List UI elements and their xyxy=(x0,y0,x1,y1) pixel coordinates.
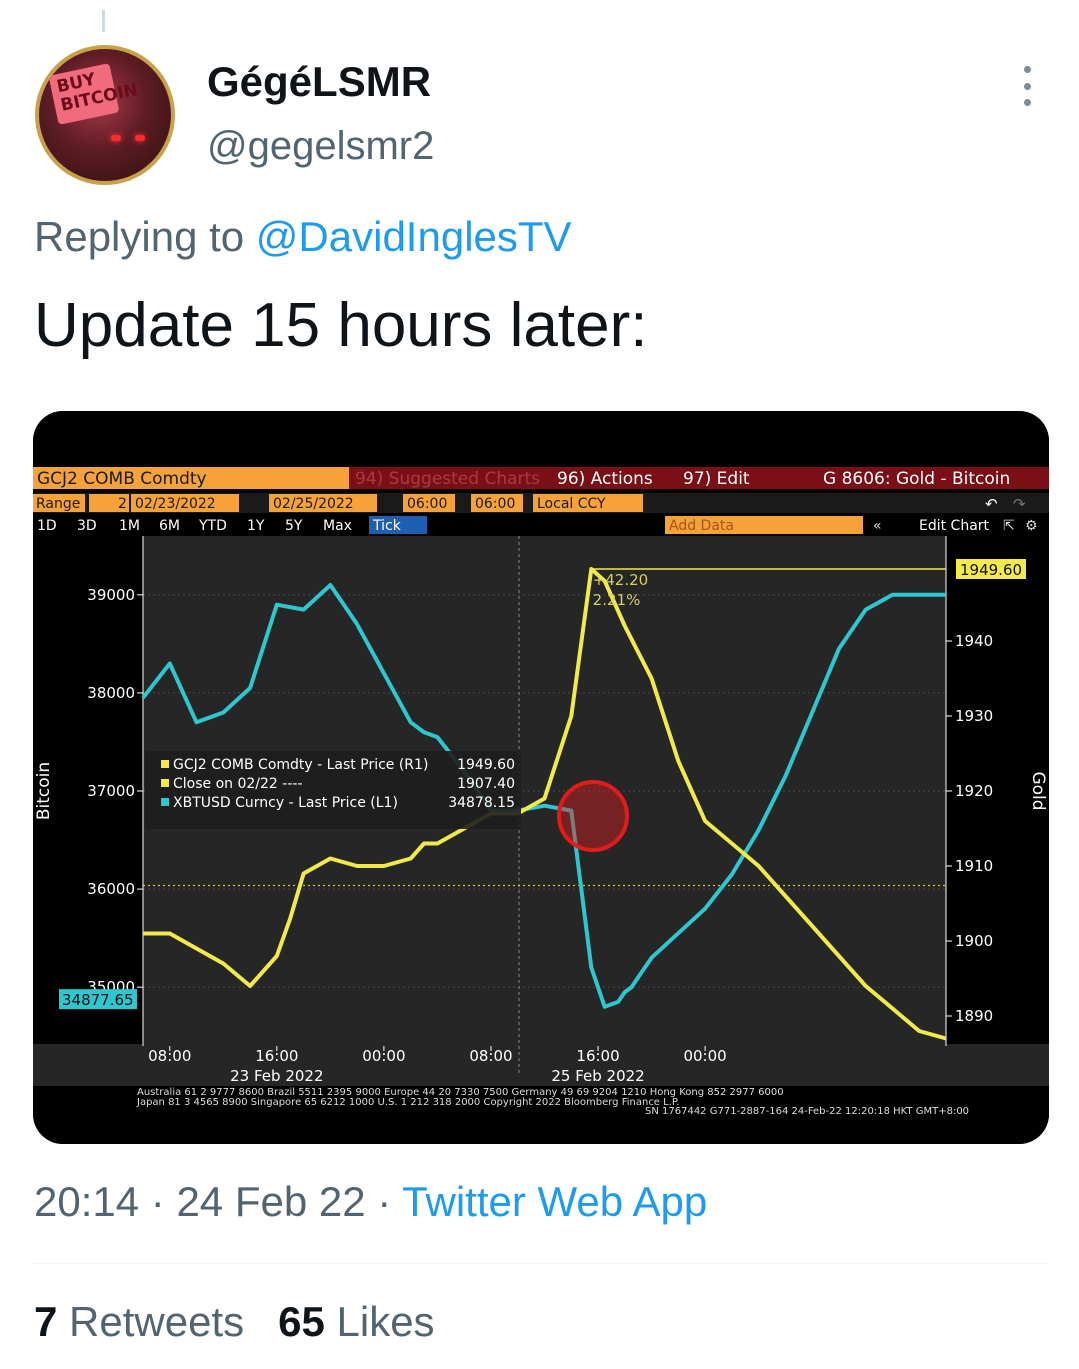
tweet-text: Update 15 hours later: xyxy=(34,291,648,360)
period-button-ytd[interactable]: YTD xyxy=(198,518,227,534)
currency-select[interactable]: Local CCY xyxy=(537,496,606,512)
y-right-tick-label: 1930 xyxy=(955,707,993,725)
period-button-1d[interactable]: 1D xyxy=(37,518,57,534)
gold-last-price-text: 1949.60 xyxy=(960,561,1022,579)
edit-chart-button[interactable]: Edit Chart xyxy=(919,518,990,534)
x-tick-label: 16:00 xyxy=(255,1047,298,1065)
y-right-tick-label: 1920 xyxy=(955,782,993,800)
y-left-tick-label: 37000 xyxy=(87,782,135,800)
x-date-label: 25 Feb 2022 xyxy=(551,1067,644,1085)
y-left-tick-label: 36000 xyxy=(87,880,135,898)
redo-icon[interactable]: ↷ xyxy=(1013,495,1026,513)
likes-stat[interactable]: 65 Likes xyxy=(278,1298,434,1345)
likes-label: Likes xyxy=(336,1298,435,1345)
legend-text: GCJ2 COMB Comdty - Last Price (R1) xyxy=(173,757,428,773)
tick-button[interactable]: Tick xyxy=(372,518,402,534)
undo-icon[interactable]: ↶ xyxy=(985,495,998,513)
engagement-stats: 7 Retweets 65 Likes xyxy=(34,1298,435,1346)
x-date-label: 23 Feb 2022 xyxy=(230,1067,323,1085)
period-button-6m[interactable]: 6M xyxy=(159,518,180,534)
legend-value: 1907.40 xyxy=(457,776,515,792)
footer-line-3: SN 1767442 G771-2887-164 24-Feb-22 12:20… xyxy=(645,1106,969,1117)
retweets-label: Retweets xyxy=(69,1298,245,1345)
user-handle[interactable]: @gegelsmr2 xyxy=(207,124,434,169)
settings-gear-icon[interactable]: ⚙ xyxy=(1025,518,1038,534)
x-tick-label: 00:00 xyxy=(362,1047,405,1065)
peak-label: 2.21% xyxy=(593,591,641,609)
likes-count: 65 xyxy=(278,1298,325,1345)
y-axis-right-label: Gold xyxy=(1028,771,1048,810)
y-right-tick-label: 1900 xyxy=(955,932,993,950)
avatar-eye-right xyxy=(135,135,145,141)
bitcoin-last-price-text: 34877.65 xyxy=(62,991,134,1009)
avatar-eye-left xyxy=(111,135,121,141)
reply-prefix: Replying to xyxy=(34,213,256,260)
end-date-field[interactable]: 02/25/2022 xyxy=(273,496,354,512)
legend-text: XBTUSD Curncy - Last Price (L1) xyxy=(173,795,398,811)
footer-line-2: Japan 81 3 4565 8900 Singapore 65 6212 1… xyxy=(136,1097,680,1108)
period-button-1m[interactable]: 1M xyxy=(119,518,140,534)
tweet-time[interactable]: 20:14 xyxy=(34,1178,139,1225)
period-button-max[interactable]: Max xyxy=(323,518,352,534)
meta-separator-2: · xyxy=(365,1178,403,1225)
y-left-tick-label: 39000 xyxy=(87,586,135,604)
y-axis-left-label: Bitcoin xyxy=(34,762,54,820)
collapse-icon[interactable]: « xyxy=(873,518,882,534)
period-button-1y[interactable]: 1Y xyxy=(247,518,265,534)
legend-text: Close on 02/22 ---- xyxy=(173,776,302,792)
reply-mention-link[interactable]: @DavidInglesTV xyxy=(256,213,572,260)
y-right-tick-label: 1890 xyxy=(955,1007,993,1025)
meta-separator-1: · xyxy=(139,1178,177,1225)
range-label: Range xyxy=(36,496,80,512)
start-date-field[interactable]: 02/23/2022 xyxy=(135,496,216,512)
legend-value: 1949.60 xyxy=(457,757,515,773)
actions-menu[interactable]: 96) Actions xyxy=(557,469,653,489)
tweet-meta: 20:14 · 24 Feb 22 · Twitter Web App xyxy=(34,1178,707,1226)
divider xyxy=(33,1263,1049,1264)
end-time-field[interactable]: 06:00 xyxy=(475,496,515,512)
retweets-stat[interactable]: 7 Retweets xyxy=(34,1298,244,1345)
export-icon[interactable]: ⇱ xyxy=(1003,518,1015,534)
highlight-circle xyxy=(557,780,629,852)
period-button-5y[interactable]: 5Y xyxy=(285,518,303,534)
retweets-count: 7 xyxy=(34,1298,58,1345)
tweet-source-app[interactable]: Twitter Web App xyxy=(402,1178,707,1225)
tweet-media-image[interactable]: GCJ2 COMB Comdty 94) Suggested Charts 96… xyxy=(33,411,1049,1144)
peak-label: +42.20 xyxy=(593,571,649,589)
avatar[interactable]: BUY BITCOIN xyxy=(35,45,175,185)
avatar-sign: BUY BITCOIN xyxy=(48,63,140,125)
y-left-tick-label: 38000 xyxy=(87,684,135,702)
y-right-tick-label: 1940 xyxy=(955,632,993,650)
more-options-icon[interactable] xyxy=(1010,66,1044,106)
reply-context: Replying to @DavidInglesTV xyxy=(34,213,572,261)
avatar-sign-text: BUY BITCOIN xyxy=(54,69,140,116)
edit-menu[interactable]: 97) Edit xyxy=(683,469,750,489)
legend-value: 34878.15 xyxy=(448,795,515,811)
range-number[interactable]: 2 xyxy=(118,496,127,512)
legend-marker xyxy=(161,779,169,787)
legend-marker xyxy=(161,798,169,806)
security-field[interactable]: GCJ2 COMB Comdty xyxy=(37,469,207,489)
x-tick-label: 08:00 xyxy=(148,1047,191,1065)
display-name[interactable]: GégéLSMR xyxy=(207,58,431,106)
tweet-date[interactable]: 24 Feb 22 xyxy=(176,1178,365,1225)
bloomberg-chart: GCJ2 COMB Comdty 94) Suggested Charts 96… xyxy=(33,411,1049,1144)
suggested-charts-menu[interactable]: 94) Suggested Charts xyxy=(355,469,540,489)
start-time-field[interactable]: 06:00 xyxy=(407,496,447,512)
x-tick-label: 08:00 xyxy=(469,1047,512,1065)
x-tick-label: 16:00 xyxy=(576,1047,619,1065)
chart-title: G 8606: Gold - Bitcoin xyxy=(823,469,1010,489)
thread-line xyxy=(102,10,105,32)
add-data-input[interactable]: Add Data xyxy=(669,518,734,534)
period-button-3d[interactable]: 3D xyxy=(77,518,97,534)
x-tick-label: 00:00 xyxy=(683,1047,726,1065)
y-right-tick-label: 1910 xyxy=(955,857,993,875)
legend-marker xyxy=(161,760,169,768)
